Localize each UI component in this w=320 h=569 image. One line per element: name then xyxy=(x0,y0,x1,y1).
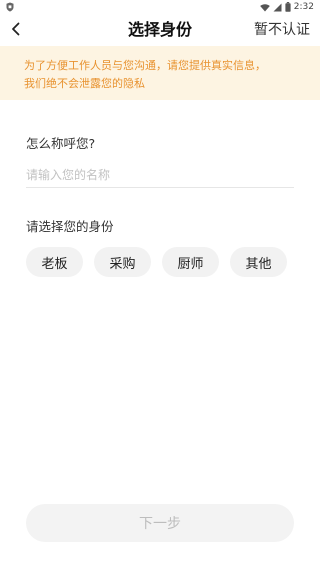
role-option-boss[interactable]: 老板 xyxy=(26,247,83,277)
name-input[interactable] xyxy=(26,162,294,188)
shield-icon xyxy=(6,2,14,12)
cell-signal-icon xyxy=(273,3,282,12)
role-option-chef[interactable]: 厨师 xyxy=(162,247,219,277)
status-time: 2:32 xyxy=(293,2,314,12)
notice-line-2: 我们绝不会泄露您的隐私 xyxy=(24,77,145,90)
chevron-left-icon xyxy=(11,21,21,40)
nav-bar: 选择身份 暂不认证 xyxy=(0,14,320,46)
role-options: 老板 采购 厨师 其他 xyxy=(26,247,287,277)
status-left xyxy=(6,2,14,12)
battery-icon xyxy=(285,2,291,12)
status-bar: 2:32 xyxy=(0,0,320,14)
back-button[interactable] xyxy=(4,18,28,42)
role-label: 请选择您的身份 xyxy=(26,219,114,234)
role-option-purchaser[interactable]: 采购 xyxy=(94,247,151,277)
name-label: 怎么称呼您? xyxy=(26,136,96,151)
role-option-other[interactable]: 其他 xyxy=(230,247,287,277)
status-right: 2:32 xyxy=(259,2,314,12)
notice-line-1: 为了方便工作人员与您沟通，请您提供真实信息， xyxy=(24,59,266,72)
next-button[interactable]: 下一步 xyxy=(26,504,294,542)
wifi-icon xyxy=(259,3,270,12)
skip-button[interactable]: 暂不认证 xyxy=(254,14,310,46)
privacy-notice: 为了方便工作人员与您沟通，请您提供真实信息， 我们绝不会泄露您的隐私 xyxy=(0,46,320,100)
